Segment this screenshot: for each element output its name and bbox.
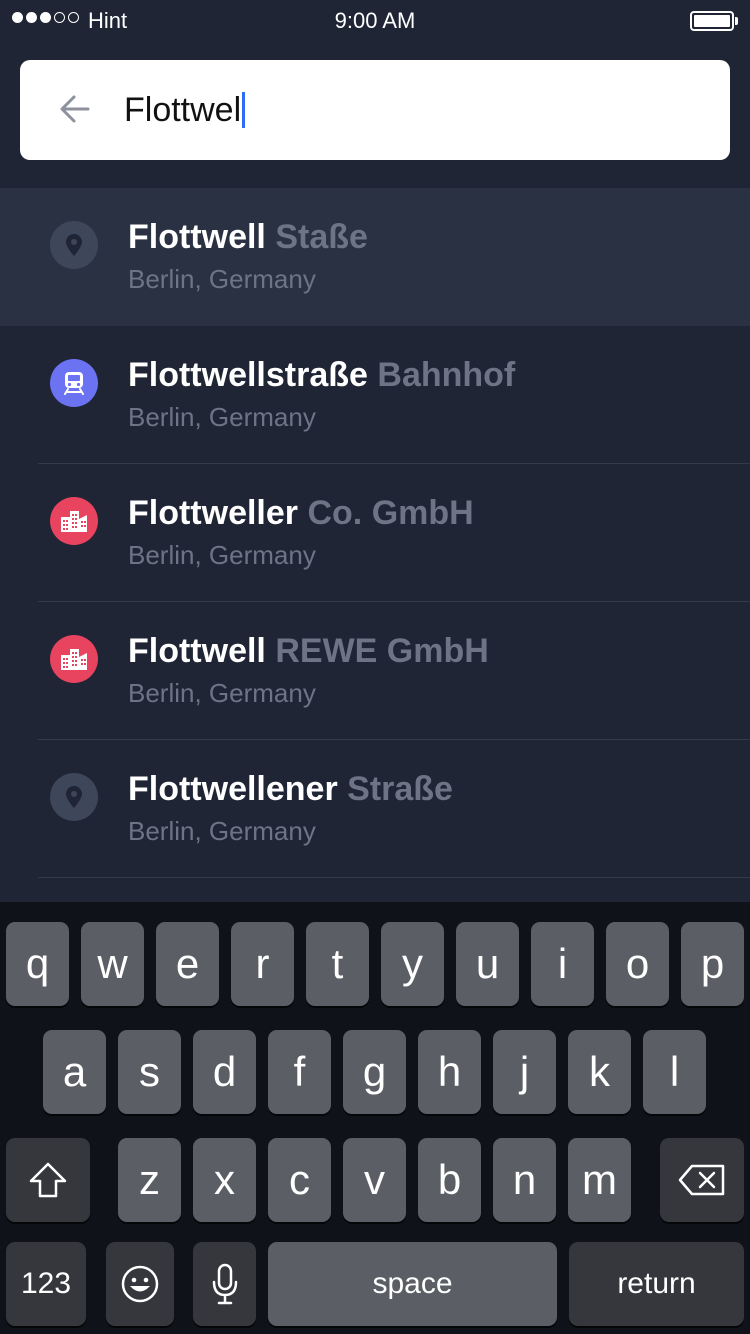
key-e[interactable]: e: [156, 922, 219, 1006]
key-r[interactable]: r: [231, 922, 294, 1006]
key-g[interactable]: g: [343, 1030, 406, 1114]
key-a[interactable]: a: [43, 1030, 106, 1114]
result-match: Flottwellener: [128, 770, 338, 808]
result-match: Flottweller: [128, 494, 299, 532]
keyboard: q w e r t y u i o p a s d f g h j k l z …: [0, 902, 750, 1334]
key-q[interactable]: q: [6, 922, 69, 1006]
delete-key[interactable]: [660, 1138, 744, 1222]
result-location: Berlin, Germany: [128, 816, 316, 846]
return-key[interactable]: return: [569, 1242, 744, 1326]
key-y[interactable]: y: [381, 922, 444, 1006]
battery-icon: [690, 11, 738, 31]
key-z[interactable]: z: [118, 1138, 181, 1222]
key-s[interactable]: s: [118, 1030, 181, 1114]
key-k[interactable]: k: [568, 1030, 631, 1114]
result-match: Flottwell: [128, 632, 266, 670]
results-list: Flottwell Staße Berlin, Germany Flottwel…: [0, 188, 750, 878]
list-item[interactable]: Flottwell Staße Berlin, Germany: [0, 188, 750, 326]
result-rest: Co. GmbH: [298, 494, 474, 532]
key-i[interactable]: i: [531, 922, 594, 1006]
emoji-key[interactable]: [106, 1242, 174, 1326]
list-item[interactable]: Flottwell REWE GmbH Berlin, Germany: [0, 602, 750, 740]
location-pin-icon: [50, 221, 98, 269]
list-item[interactable]: Flottwellener Straße Berlin, Germany: [0, 740, 750, 878]
search-input[interactable]: Flottwel: [124, 86, 246, 134]
train-icon: [50, 359, 98, 407]
key-c[interactable]: c: [268, 1138, 331, 1222]
search-bar: Flottwel: [20, 60, 730, 160]
result-location: Berlin, Germany: [128, 678, 316, 708]
location-pin-icon: [50, 773, 98, 821]
backspace-icon: [678, 1164, 725, 1196]
result-location: Berlin, Germany: [128, 264, 316, 294]
microphone-key[interactable]: [193, 1242, 256, 1326]
result-match: Flottwellstraße: [128, 356, 368, 394]
result-rest: REWE GmbH: [265, 632, 489, 670]
result-location: Berlin, Germany: [128, 402, 316, 432]
key-p[interactable]: p: [681, 922, 744, 1006]
shift-key[interactable]: [6, 1138, 90, 1222]
numbers-key[interactable]: 123: [6, 1242, 86, 1326]
key-m[interactable]: m: [568, 1138, 631, 1222]
key-o[interactable]: o: [606, 922, 669, 1006]
microphone-icon: [212, 1263, 237, 1305]
status-bar: Hint 9:00 AM: [0, 0, 750, 40]
result-rest: Straße: [337, 770, 453, 808]
key-h[interactable]: h: [418, 1030, 481, 1114]
divider: [38, 877, 750, 878]
arrow-left-icon[interactable]: [58, 92, 92, 126]
emoji-icon: [121, 1265, 159, 1303]
result-rest: Staße: [265, 218, 368, 256]
key-f[interactable]: f: [268, 1030, 331, 1114]
result-match: Flottwell: [128, 218, 266, 256]
status-time: 9:00 AM: [334, 8, 416, 33]
result-rest: Bahnhof: [367, 356, 516, 394]
key-b[interactable]: b: [418, 1138, 481, 1222]
buildings-icon: [50, 497, 98, 545]
key-l[interactable]: l: [643, 1030, 706, 1114]
list-item[interactable]: Flottwellstraße Bahnhof Berlin, Germany: [0, 326, 750, 464]
search-query: Flottwel: [124, 91, 242, 129]
result-location: Berlin, Germany: [128, 540, 316, 570]
key-j[interactable]: j: [493, 1030, 556, 1114]
key-w[interactable]: w: [81, 922, 144, 1006]
shift-icon: [29, 1162, 67, 1198]
buildings-icon: [50, 635, 98, 683]
key-v[interactable]: v: [343, 1138, 406, 1222]
text-caret: [242, 92, 246, 128]
key-n[interactable]: n: [493, 1138, 556, 1222]
key-x[interactable]: x: [193, 1138, 256, 1222]
space-key[interactable]: space: [268, 1242, 557, 1326]
list-item[interactable]: Flottweller Co. GmbH Berlin, Germany: [0, 464, 750, 602]
key-t[interactable]: t: [306, 922, 369, 1006]
key-u[interactable]: u: [456, 922, 519, 1006]
key-d[interactable]: d: [193, 1030, 256, 1114]
